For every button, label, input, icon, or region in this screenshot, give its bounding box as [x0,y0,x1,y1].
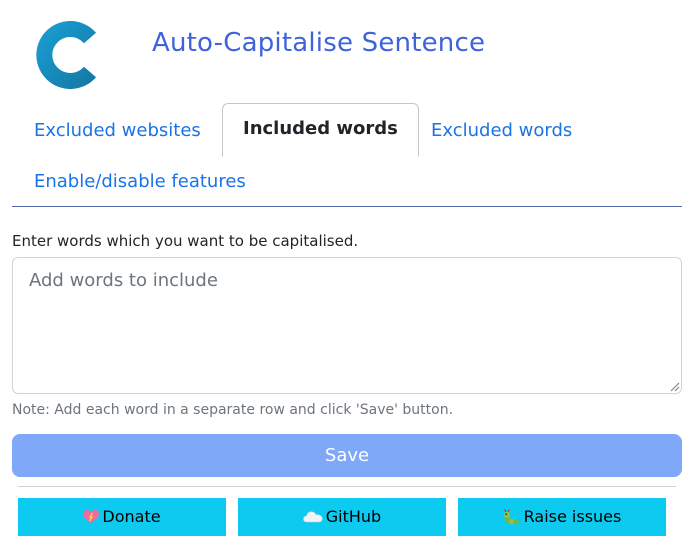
donate-label: Donate [102,507,161,526]
tab-bar: Excluded websites Included words Exclude… [12,103,682,207]
header: Auto-Capitalise Sentence [0,0,696,96]
bug-icon [503,498,521,536]
tab-enable-disable-features[interactable]: Enable/disable features [34,171,246,192]
resize-grip-icon[interactable] [668,380,680,392]
github-button[interactable]: GitHub [238,498,446,536]
included-words-textarea[interactable] [12,257,682,394]
app-logo [36,21,97,89]
cloud-icon [302,498,323,536]
donate-button[interactable]: Donate [18,498,226,536]
github-label: GitHub [325,507,382,526]
heart-icon [83,498,100,536]
tab-excluded-words[interactable]: Excluded words [431,120,572,141]
raise-issues-button[interactable]: Raise issues [458,498,666,536]
save-note: Note: Add each word in a separate row an… [12,402,454,418]
included-words-prompt: Enter words which you want to be capital… [12,232,359,250]
tab-excluded-websites[interactable]: Excluded websites [34,120,201,141]
app-title: Auto-Capitalise Sentence [152,28,486,58]
save-button[interactable]: Save [12,434,682,477]
tab-included-words[interactable]: Included words [222,103,419,157]
divider [18,486,676,487]
raise-issues-label: Raise issues [523,507,622,526]
